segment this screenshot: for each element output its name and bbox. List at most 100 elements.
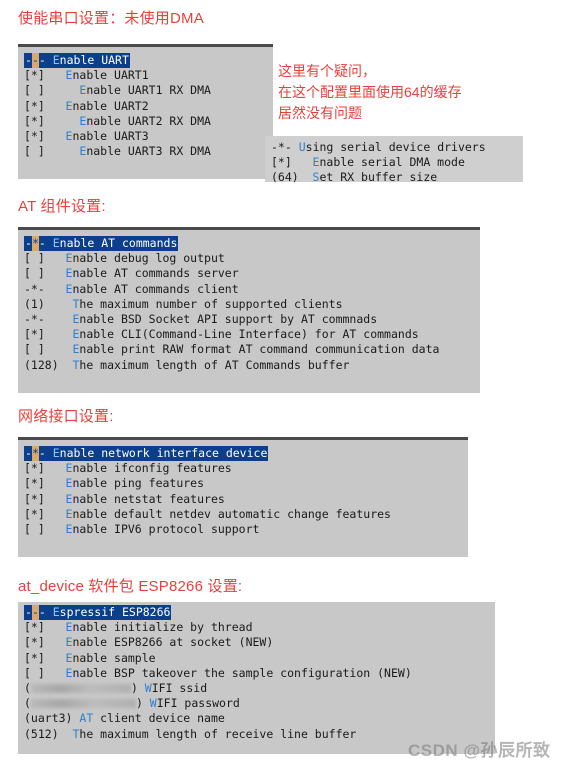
menu-item-label: client device name [93, 711, 225, 726]
menu-item[interactable]: -*- Enable AT commands [18, 236, 480, 252]
menu-item-label: nable debug log output [72, 251, 225, 266]
menu-item-label: nable netstat features [72, 491, 225, 506]
menuconfig-panel-at[interactable]: -*- Enable AT commands[ ] Enable debug l… [18, 227, 480, 393]
menu-item-marker: [ ] [24, 522, 66, 537]
menu-item-label: he maximum length of AT Commands buffer [79, 357, 350, 372]
menu-item[interactable]: (128) The maximum length of AT Commands … [18, 358, 480, 373]
menu-item[interactable]: [*] Enable UART2 RX DMA [18, 114, 273, 129]
menu-item[interactable]: () WIFI ssid [18, 681, 495, 696]
menu-item[interactable]: [*] Enable CLI(Command-Line Interface) f… [18, 327, 480, 342]
menu-item-label: nable print RAW format AT command commun… [79, 342, 440, 357]
menu-item[interactable]: -*- Using serial device drivers [265, 140, 523, 155]
menu-item-marker: ( [24, 696, 31, 711]
menu-item[interactable]: [*] Enable netstat features [18, 492, 468, 507]
menu-item-marker: [*] [271, 155, 313, 170]
menu-item[interactable]: (64) Set RX buffer size [265, 170, 523, 185]
menu-item[interactable]: [ ] Enable IPV6 protocol support [18, 522, 468, 537]
menu-item[interactable]: () WIFI password [18, 696, 495, 711]
menuconfig-panel-uart[interactable]: --- Enable UART [*] Enable UART1[ ] Enabl… [18, 44, 273, 179]
menu-item-label: nable network interface device [59, 446, 268, 460]
menu-item-marker: [*] [24, 476, 66, 491]
menu-item-marker: [*] [24, 98, 66, 113]
screenshot-root: 使能串口设置：未使用DMA --- Enable UART [*] Enable … [0, 0, 563, 770]
menu-item-label: nable sample [72, 650, 156, 665]
menu-item[interactable]: [*] Enable ESP8266 at socket (NEW) [18, 635, 495, 650]
menu-item-label: nable AT commands client [72, 281, 239, 296]
menu-item[interactable]: [*] Enable UART3 [18, 129, 273, 144]
menu-item[interactable]: [ ] Enable BSP takeover the sample confi… [18, 666, 495, 681]
redacted-value [30, 699, 136, 709]
section-heading-at: AT 组件设置: [18, 198, 106, 215]
menu-item[interactable]: -*- Enable BSD Socket API support by AT … [18, 312, 480, 327]
menu-item-label: nable BSP takeover the sample configurat… [72, 665, 412, 680]
menu-item-marker: [ ] [24, 342, 73, 357]
menu-item[interactable]: [ ] Enable AT commands server [18, 266, 480, 281]
menu-item-label: sing serial device drivers [305, 140, 486, 154]
annotation-note-line1: 这里有个疑问， [278, 63, 376, 79]
menu-item-label: nable UART2 RX DMA [86, 113, 211, 128]
hotkey-letter: E [52, 53, 60, 67]
selected-row-highlight: -*- Enable AT commands [24, 236, 179, 252]
menu-item-marker: (512) [24, 726, 73, 741]
section-heading-esp8266: at_device 软件包 ESP8266 设置: [18, 578, 243, 595]
menuconfig-panel-serial-driver[interactable]: -*- Using serial device drivers [*] Enabl… [265, 136, 523, 185]
menu-item-label: nable UART1 RX DMA [86, 83, 211, 98]
menu-item[interactable]: [*] Enable sample [18, 651, 495, 666]
menu-item-label: nable AT commands [59, 236, 178, 250]
menu-item-label: nable CLI(Command-Line Interface) for AT… [79, 327, 419, 342]
menu-item-marker-tail: ) [130, 681, 145, 696]
menu-item[interactable]: [*] Enable ping features [18, 476, 468, 491]
cursor-block: - [31, 53, 39, 69]
menuconfig-panel-netif[interactable]: -*- Enable network interface device [*] E… [18, 437, 468, 557]
menu-item[interactable]: [*] Enable initialize by thread [18, 620, 495, 635]
menu-item[interactable]: --- Enable UART [18, 53, 273, 69]
menu-item[interactable]: (uart3) AT client device name [18, 711, 495, 726]
menu-item-marker: [*] [24, 635, 66, 650]
menu-item-label: nable ifconfig features [72, 461, 232, 476]
menu-item[interactable]: [*] Enable default netdev automatic chan… [18, 507, 468, 522]
menu-item[interactable]: [*] Enable ifconfig features [18, 461, 468, 476]
menu-item[interactable]: [*] Enable UART2 [18, 99, 273, 114]
menu-item[interactable]: --- Espressif ESP8266 [18, 605, 495, 621]
menu-item-marker: -*- [271, 140, 299, 154]
menu-item[interactable]: [ ] Enable UART3 RX DMA [18, 144, 273, 159]
hotkey-letter: U [298, 140, 306, 154]
menu-item-marker: [*] [24, 650, 66, 665]
menu-item[interactable]: [*] Enable serial DMA mode [265, 155, 523, 170]
menu-item[interactable]: [ ] Enable UART1 RX DMA [18, 83, 273, 98]
menu-item-marker: [*] [24, 506, 66, 521]
menu-item[interactable]: -*- Enable AT commands client [18, 282, 480, 297]
section-heading-uart: 使能串口设置：未使用DMA [18, 10, 204, 27]
menu-item-marker: ( [24, 681, 31, 696]
hotkey-letter: AT [79, 711, 94, 726]
menu-item-marker: (128) [24, 357, 73, 372]
hotkey-letter: E [52, 236, 60, 250]
menu-item-marker: [ ] [24, 665, 66, 680]
menuconfig-panel-esp8266[interactable]: --- Espressif ESP8266 [*] Enable initiali… [18, 602, 495, 754]
cursor-block: - [31, 605, 39, 621]
menu-item-label: et RX buffer size [319, 170, 438, 185]
menu-item-label: nable UART3 [72, 129, 149, 144]
menu-item-marker: [ ] [24, 266, 66, 281]
menu-item[interactable]: (512) The maximum length of receive line… [18, 727, 495, 742]
menu-item-marker: -*- [24, 312, 73, 327]
menu-item-label: nable UART1 [72, 68, 149, 83]
menu-item[interactable]: [*] Enable UART1 [18, 68, 273, 83]
menu-item[interactable]: [ ] Enable debug log output [18, 251, 480, 266]
menu-item-marker: [*] [24, 491, 66, 506]
menu-item[interactable]: [ ] Enable print RAW format AT command c… [18, 342, 480, 357]
menu-item-label: nable IPV6 protocol support [72, 522, 260, 537]
menu-item[interactable]: -*- Enable network interface device [18, 446, 468, 462]
menu-item-marker: (1) [24, 296, 73, 311]
menu-item-marker: (uart3) [24, 711, 80, 726]
menu-item-label: IFI ssid [151, 681, 208, 696]
redacted-value [30, 684, 131, 694]
menu-item-label: nable UART3 RX DMA [86, 144, 211, 159]
menu-item-marker: [*] [24, 620, 66, 635]
menu-item-label: nable default netdev automatic change fe… [72, 506, 391, 521]
menu-item-label: nable AT commands server [72, 266, 239, 281]
menu-item[interactable]: (1) The maximum number of supported clie… [18, 297, 480, 312]
selected-row-highlight: -*- Enable network interface device [24, 446, 269, 462]
cursor-block: * [31, 236, 39, 252]
menu-item-label: he maximum length of receive line buffer [79, 726, 357, 741]
